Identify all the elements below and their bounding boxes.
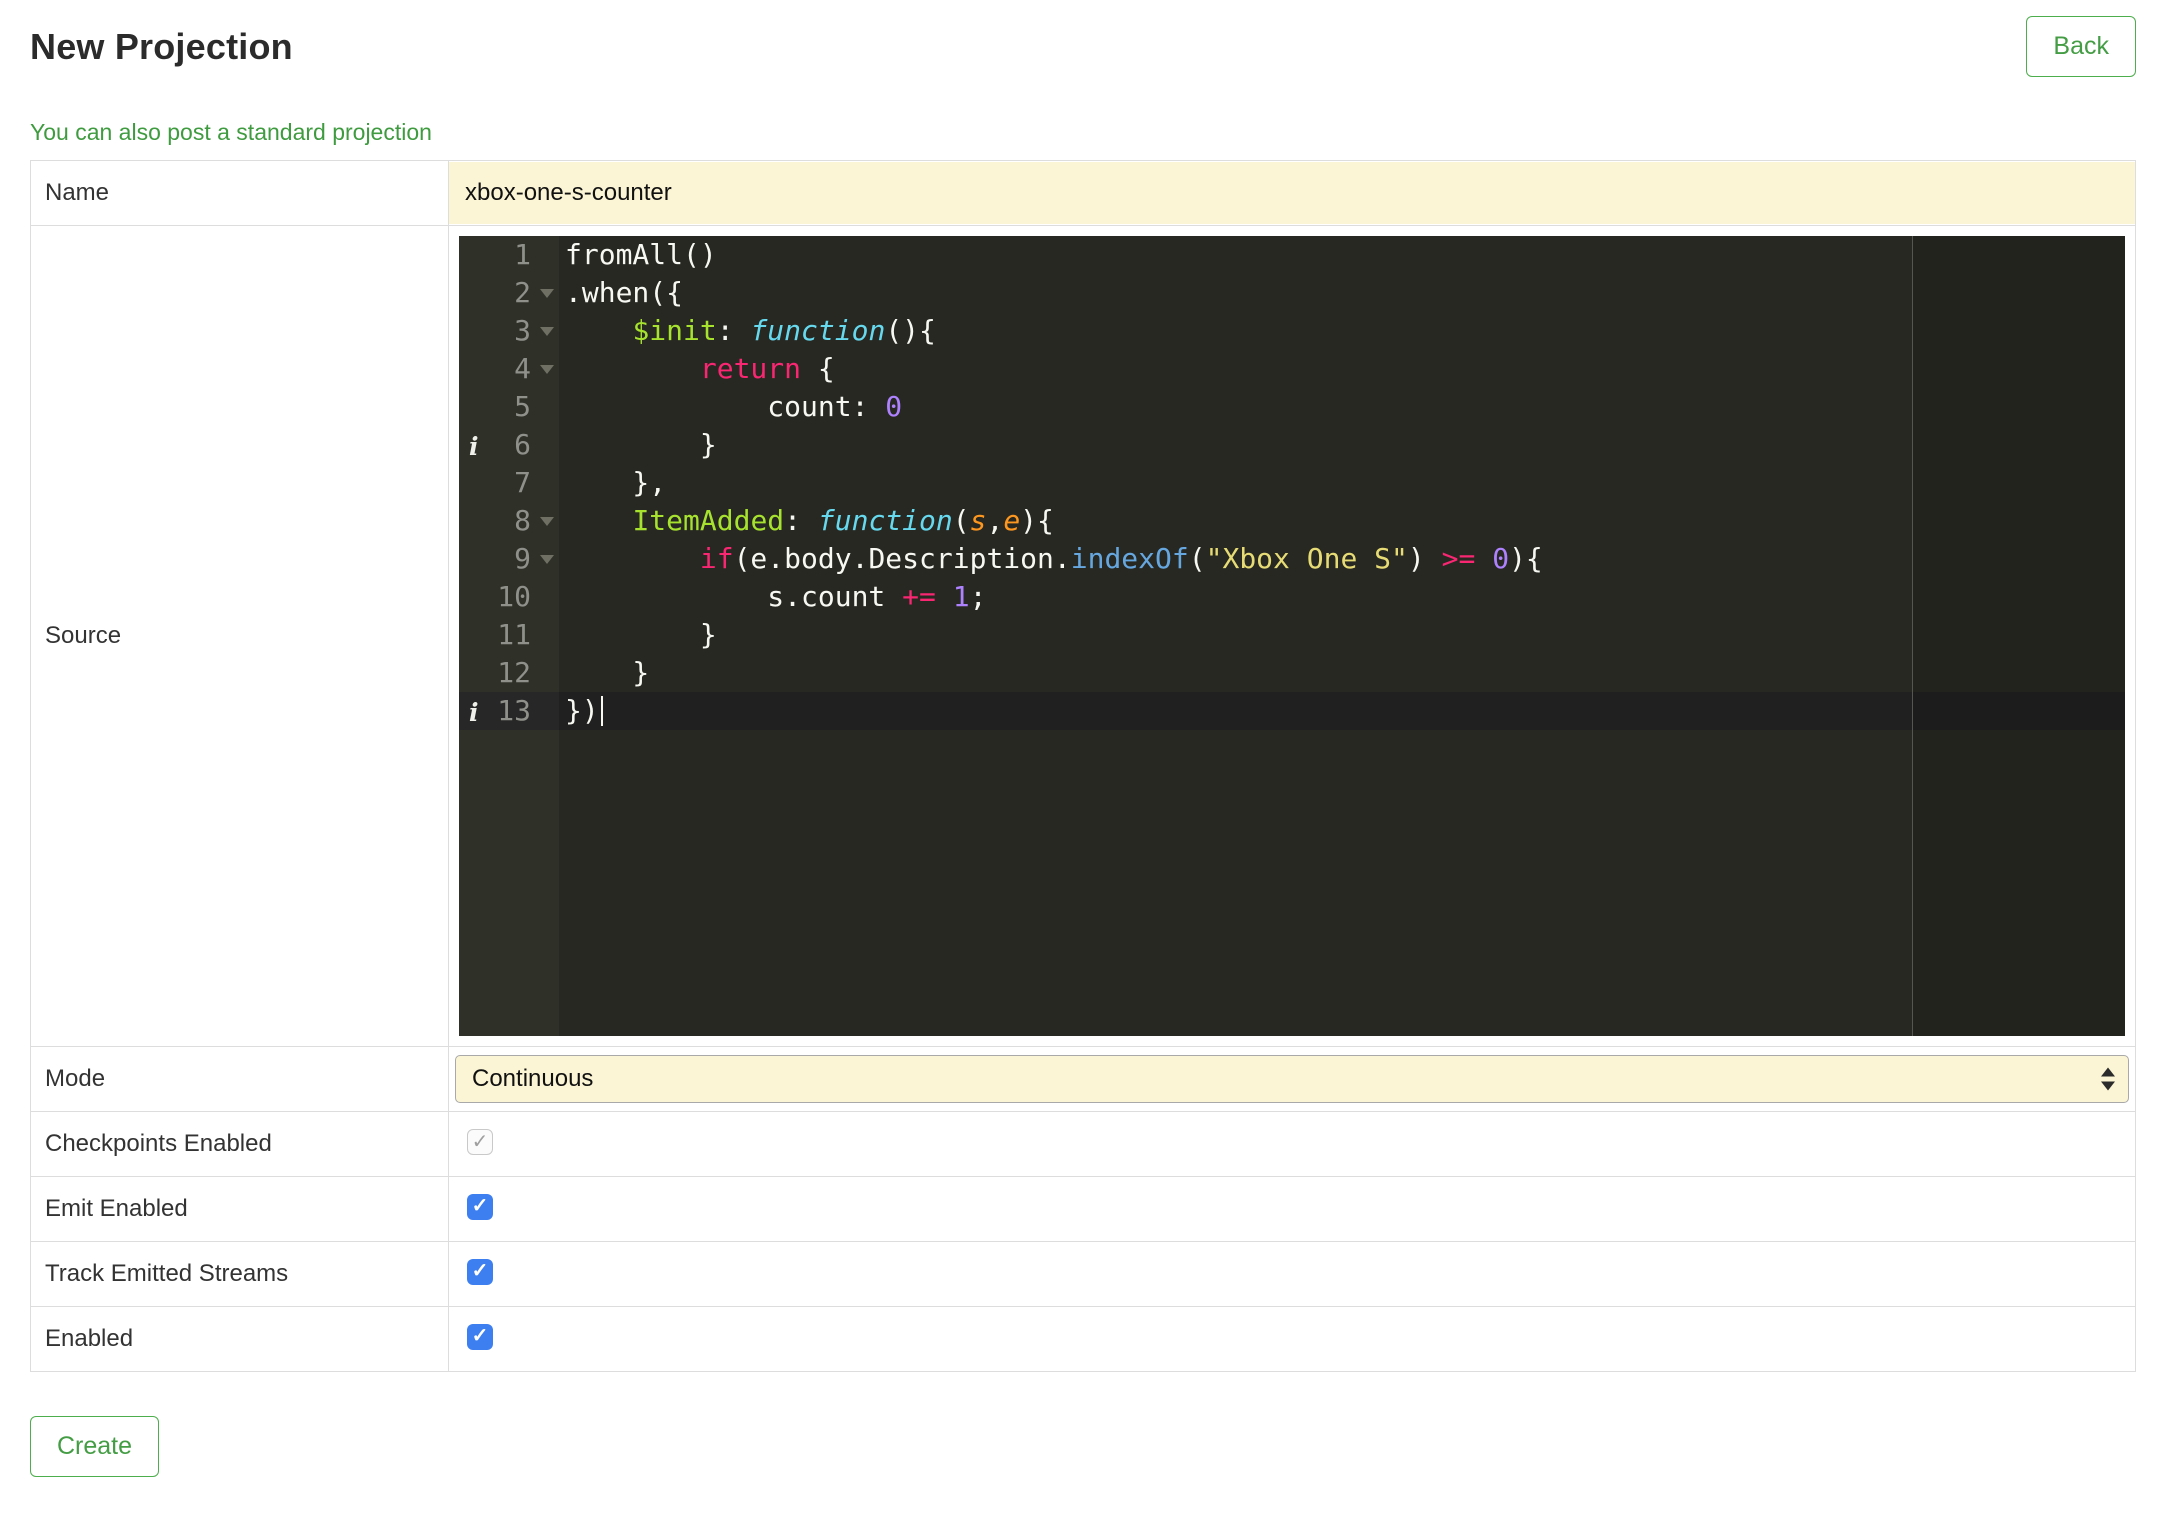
print-margin-shade [1913, 236, 2125, 1036]
code-line[interactable]: } [559, 426, 2125, 464]
info-annotation-icon: i [469, 432, 479, 461]
page-footer: Create [30, 1416, 2136, 1477]
fold-arrow-icon[interactable] [540, 555, 554, 564]
info-annotation-icon: i [469, 698, 479, 727]
page-header: New Projection Back [30, 0, 2136, 77]
source-label: Source [30, 225, 449, 1047]
fold-arrow-icon[interactable] [540, 289, 554, 298]
emit-enabled-checkbox[interactable] [467, 1193, 493, 1220]
checkpoints-enabled-label: Checkpoints Enabled [30, 1111, 449, 1177]
gutter-line-number: 12 [497, 656, 531, 689]
code-line[interactable]: } [559, 616, 2125, 654]
code-line[interactable]: $init: function(){ [559, 312, 2125, 350]
mode-row: Mode Continuous [30, 1046, 2136, 1112]
gutter-line-number: 4 [459, 350, 559, 388]
gutter-line-number: 2 [459, 274, 559, 312]
code-line[interactable]: }, [559, 464, 2125, 502]
select-updown-icon [2101, 1067, 2115, 1091]
source-code-editor[interactable]: 1 2 3 4 5 i 6 7 8 9 10 11 12 i 13 fromAll() .when({ $in… [459, 236, 2125, 1036]
gutter-line-number: i6 [459, 426, 559, 464]
code-line[interactable]: s.count += 1; [559, 578, 2125, 616]
gutter-line-number: 7 [514, 466, 531, 499]
checkpoints-enabled-checkbox[interactable] [467, 1128, 493, 1155]
code-line[interactable]: fromAll() [559, 236, 2125, 274]
name-row: Name [30, 160, 2136, 226]
code-line[interactable]: }) [559, 692, 2125, 730]
new-projection-page: New Projection Back You can also post a … [0, 0, 2166, 1477]
name-label: Name [30, 160, 449, 226]
fold-arrow-icon[interactable] [540, 517, 554, 526]
page-title: New Projection [30, 26, 293, 67]
code-line[interactable]: ItemAdded: function(s,e){ [559, 502, 2125, 540]
code-line[interactable]: if(e.body.Description.indexOf("Xbox One … [559, 540, 2125, 578]
gutter-line-number: 1 [514, 238, 531, 271]
text-cursor [600, 696, 603, 726]
back-button[interactable]: Back [2026, 16, 2136, 77]
gutter-line-number: 10 [497, 580, 531, 613]
mode-label: Mode [30, 1046, 449, 1112]
code-line[interactable]: return { [559, 350, 2125, 388]
projection-name-input[interactable] [449, 162, 2135, 224]
track-emitted-streams-row: Track Emitted Streams [30, 1241, 2136, 1307]
gutter-line-number: 5 [514, 390, 531, 423]
standard-projection-link[interactable]: You can also post a standard projection [30, 119, 432, 146]
checkpoints-enabled-row: Checkpoints Enabled [30, 1111, 2136, 1177]
projection-form: Name Source 12345i6789101112i13 fromAll(… [30, 160, 2136, 1372]
enabled-checkbox[interactable] [467, 1323, 493, 1350]
create-button[interactable]: Create [30, 1416, 160, 1477]
gutter-line-number: 3 [459, 312, 559, 350]
code-line[interactable]: .when({ [559, 274, 2125, 312]
editor-gutter: 1 2 3 4 5 i 6 7 8 9 10 11 12 i 13 [459, 236, 559, 1036]
emit-enabled-label: Emit Enabled [30, 1176, 449, 1242]
editor-code-area[interactable]: fromAll() .when({ $init: function(){ retu… [559, 236, 2125, 1036]
gutter-line-number: 8 [459, 502, 559, 540]
enabled-row: Enabled [30, 1306, 2136, 1372]
code-line[interactable]: } [559, 654, 2125, 692]
mode-select[interactable]: Continuous [455, 1055, 2129, 1103]
enabled-label: Enabled [30, 1306, 449, 1372]
code-line[interactable]: count: 0 [559, 388, 2125, 426]
gutter-line-number: 9 [459, 540, 559, 578]
track-emitted-streams-label: Track Emitted Streams [30, 1241, 449, 1307]
gutter-line-number: i 13 [459, 692, 559, 730]
gutter-line-number: 11 [497, 618, 531, 651]
fold-arrow-icon[interactable] [540, 327, 554, 336]
fold-arrow-icon[interactable] [540, 365, 554, 374]
emit-enabled-row: Emit Enabled [30, 1176, 2136, 1242]
mode-select-value: Continuous [472, 1065, 594, 1092]
track-emitted-streams-checkbox[interactable] [467, 1258, 493, 1285]
source-row: Source 1 2 3 4 5 i 6 7 8 9 10 11 12 i 13 fromAll() .whe… [30, 225, 2136, 1047]
